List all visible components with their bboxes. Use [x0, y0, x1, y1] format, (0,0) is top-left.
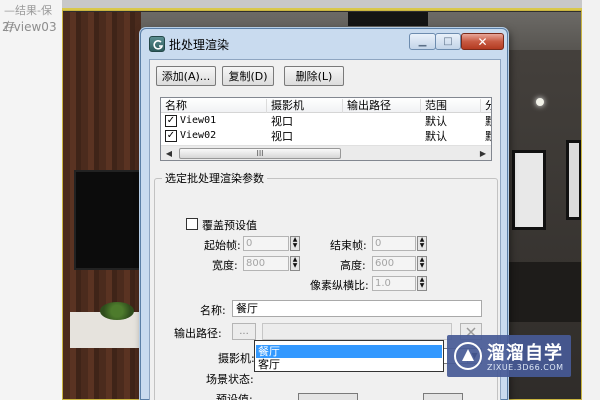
- views-list[interactable]: 名称 摄影机 输出路径 范围 分 ✓ View01 视口 默认 默 ✓ View…: [160, 97, 492, 161]
- spinner-arrows-icon[interactable]: ▲ ▼: [290, 256, 300, 271]
- horizontal-scrollbar[interactable]: ◀ III ▶: [161, 145, 491, 160]
- height-spinner[interactable]: 600: [372, 256, 416, 271]
- height-label: 高度:: [340, 259, 366, 272]
- row-camera: 视口: [271, 130, 293, 143]
- watermark-url: ZIXUE.3D66.COM: [487, 363, 564, 372]
- dialog-titlebar[interactable]: 批处理渲染 ▁ □ ✕: [141, 29, 507, 57]
- column-header-output[interactable]: 输出路径: [343, 99, 421, 113]
- 3dsmax-app-icon: [149, 36, 165, 52]
- override-checkbox[interactable]: [186, 218, 198, 230]
- column-header-camera[interactable]: 摄影机: [267, 99, 343, 113]
- delete-button[interactable]: 删除(L): [284, 66, 344, 86]
- copy-button[interactable]: 复制(D): [222, 66, 274, 86]
- pixel-aspect-spinner[interactable]: 1.0: [372, 276, 416, 291]
- column-header-extra[interactable]: 分: [481, 99, 491, 113]
- scroll-right-icon[interactable]: ▶: [477, 148, 489, 159]
- start-frame-label: 起始帧:: [204, 239, 241, 252]
- row-name: View02: [180, 130, 217, 141]
- width-label: 宽度:: [212, 259, 238, 272]
- browse-button[interactable]: ...: [232, 323, 256, 340]
- spinner-arrows-icon[interactable]: ▲ ▼: [417, 236, 427, 251]
- watermark-logo-icon: [454, 342, 482, 370]
- row-output: [343, 130, 421, 144]
- scroll-thumb[interactable]: III: [179, 148, 341, 159]
- row-extra: 默: [481, 130, 491, 144]
- list-row[interactable]: ✓ View01 视口 默认 默: [161, 114, 491, 129]
- start-frame-spinner[interactable]: 0: [243, 236, 289, 251]
- dialog-bottom-buttons: [148, 393, 508, 400]
- name-label: 名称:: [200, 304, 226, 317]
- close-icon: ✕: [477, 34, 488, 49]
- dropdown-option[interactable]: 客厅: [256, 358, 442, 371]
- override-label: 覆盖预设值: [202, 219, 257, 232]
- row-extra: 默: [481, 115, 491, 129]
- add-button[interactable]: 添加(A)...: [156, 66, 216, 86]
- end-frame-label: 结束帧:: [330, 239, 367, 252]
- scroll-left-icon[interactable]: ◀: [163, 148, 175, 159]
- spinner-arrows-icon[interactable]: ▲ ▼: [417, 256, 427, 271]
- column-header-range[interactable]: 范围: [421, 99, 481, 113]
- output-path-label: 输出路径:: [174, 327, 222, 340]
- row-output: [343, 115, 421, 129]
- minimize-icon: ▁: [418, 36, 427, 47]
- viewport-top-bar: [0, 0, 600, 10]
- end-frame-spinner[interactable]: 0: [372, 236, 416, 251]
- scene-state-label: 场景状态:: [206, 373, 254, 386]
- row-range: 默认: [425, 115, 447, 128]
- spinner-arrows-icon[interactable]: ▲ ▼: [290, 236, 300, 251]
- column-header-name[interactable]: 名称: [161, 99, 267, 113]
- pixel-aspect-label: 像素纵横比:: [310, 279, 369, 292]
- minimize-button[interactable]: ▁: [409, 33, 436, 50]
- row-checkbox[interactable]: ✓: [165, 115, 177, 127]
- dropdown-option[interactable]: 餐厅: [256, 345, 442, 358]
- maximize-icon: □: [443, 36, 453, 47]
- panel-path: 2/view03: [2, 20, 57, 34]
- scene-state-dropdown[interactable]: 餐厅 客厅: [254, 340, 444, 372]
- watermark-text: 溜溜自学: [487, 343, 563, 364]
- row-checkbox[interactable]: ✓: [165, 130, 177, 142]
- close-button[interactable]: ✕: [461, 33, 504, 50]
- output-path-input[interactable]: [262, 323, 452, 340]
- row-camera: 视口: [271, 115, 293, 128]
- camera-label: 摄影机:: [218, 352, 255, 365]
- maximize-button[interactable]: □: [435, 33, 461, 50]
- left-panel: —结果-保存 2/view03: [0, 0, 62, 400]
- spinner-arrows-icon[interactable]: ▲ ▼: [417, 276, 427, 291]
- width-spinner[interactable]: 800: [243, 256, 289, 271]
- list-header: 名称 摄影机 输出路径 范围 分: [161, 98, 491, 113]
- dialog-title: 批处理渲染: [169, 38, 230, 52]
- params-group-title: 选定批处理渲染参数: [162, 170, 267, 186]
- row-name: View01: [180, 115, 217, 126]
- list-row[interactable]: ✓ View02 视口 默认 默: [161, 129, 491, 144]
- watermark: 溜溜自学 ZIXUE.3D66.COM: [447, 335, 571, 377]
- bottom-button[interactable]: [423, 393, 463, 400]
- name-input[interactable]: 餐厅: [232, 300, 482, 317]
- bottom-button[interactable]: [298, 393, 358, 400]
- right-panel-strip: [582, 0, 600, 400]
- row-range: 默认: [425, 130, 447, 143]
